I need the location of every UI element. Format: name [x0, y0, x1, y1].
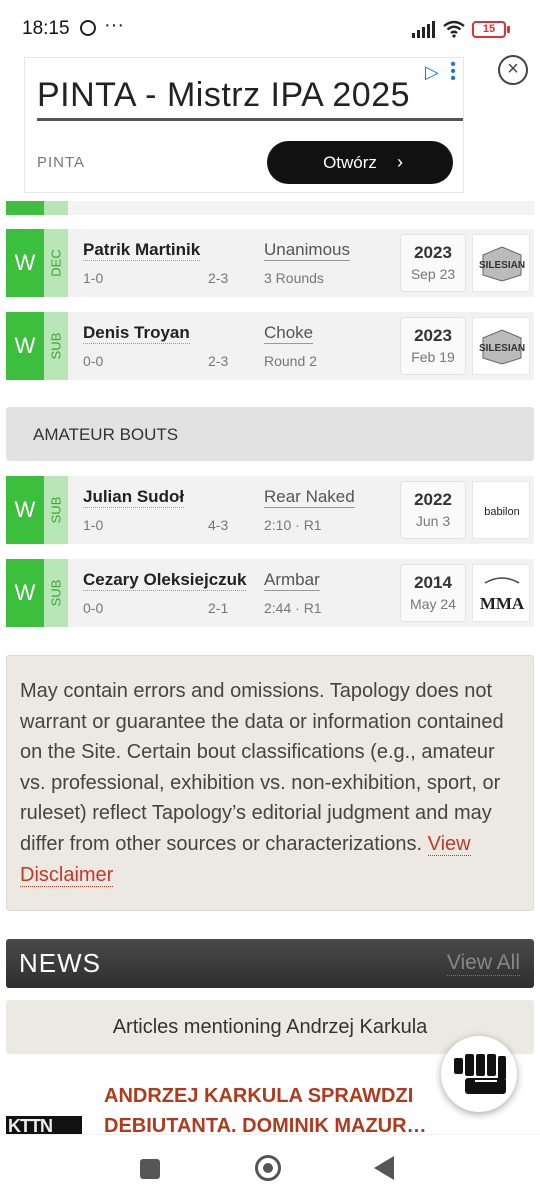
chevron-right-icon: › [397, 152, 403, 172]
status-time: 18:15 [22, 18, 70, 39]
opponent-record-before: 1-0 [83, 270, 104, 286]
ad-banner[interactable]: PINTA - Mistrz IPA 2025 PINTA ▷ • • • Otwó… [24, 57, 464, 193]
result-badge: W [6, 559, 44, 627]
bout-row-partial [6, 201, 534, 215]
home-icon[interactable] [255, 1155, 281, 1181]
opponent-record-before: 1-0 [83, 517, 104, 533]
method-detail-sub: 2:10 · R1 [264, 517, 322, 533]
method-detail-link[interactable]: Rear Naked [264, 487, 355, 508]
promotion-logo[interactable]: MMA [472, 564, 530, 622]
bout-date: 2023 Feb 19 [400, 317, 466, 375]
bout-date: 2023 Sep 23 [400, 234, 466, 292]
promotion-logo[interactable]: SILESIAN [472, 317, 530, 375]
battery-icon: 15 [472, 21, 506, 38]
bout-date: 2014 May 24 [400, 564, 466, 622]
bout-row[interactable]: W SUB Denis Troyan 0-0 2-3 Choke Round 2… [6, 312, 534, 380]
result-badge: W [6, 476, 44, 544]
method-badge: SUB [44, 476, 68, 544]
system-nav-bar [0, 1134, 540, 1200]
amateur-bouts-header: AMATEUR BOUTS [6, 407, 534, 461]
method-detail-sub: 2:44 · R1 [264, 600, 322, 616]
bout-row[interactable]: W SUB Cezary Oleksiejczuk 0-0 2-1 Armbar… [6, 559, 534, 627]
method-badge: SUB [44, 312, 68, 380]
result-badge: W [6, 312, 44, 380]
news-article-link[interactable]: ANDRZEJ KARKULA SPRAWDZI DEBIUTANTA. DOM… [104, 1081, 444, 1141]
status-bar: 18:15 ··· 15 [0, 0, 540, 48]
result-badge: W [6, 229, 44, 297]
opponent-record-before: 0-0 [83, 600, 104, 616]
opponent-link[interactable]: Denis Troyan [83, 323, 190, 344]
method-badge: SUB [44, 559, 68, 627]
svg-text:MMA: MMA [480, 594, 525, 613]
battery-tip [507, 26, 510, 33]
recents-icon[interactable] [140, 1159, 160, 1179]
ad-open-button[interactable]: Otwórz › [267, 141, 453, 184]
news-title: NEWS [19, 948, 101, 978]
wifi-icon [443, 20, 465, 38]
section-title: AMATEUR BOUTS [33, 425, 179, 444]
promotion-logo[interactable]: babilon [472, 481, 530, 539]
method-detail-link[interactable]: Unanimous [264, 240, 350, 261]
back-icon[interactable] [374, 1156, 394, 1180]
notification-icon [80, 20, 96, 36]
news-header: NEWS View All [6, 939, 534, 988]
promotion-logo[interactable]: SILESIAN [472, 234, 530, 292]
ad-open-label: Otwórz [323, 153, 377, 172]
svg-text:babilon: babilon [484, 506, 519, 518]
bout-date: 2022 Jun 3 [400, 481, 466, 539]
bout-row[interactable]: W DEC Patrik Martinik 1-0 2-3 Unanimous … [6, 229, 534, 297]
view-all-link[interactable]: View All [446, 951, 520, 976]
opponent-record-after: 2-1 [208, 600, 229, 616]
ad-title: PINTA - Mistrz IPA 2025 [37, 76, 411, 114]
opponent-link[interactable]: Julian Sudoł [83, 487, 185, 508]
adchoices-icon[interactable]: ▷ [425, 62, 439, 83]
method-detail-link[interactable]: Choke [264, 323, 314, 344]
opponent-link[interactable]: Patrik Martinik [83, 240, 201, 261]
opponent-link[interactable]: Cezary Oleksiejczuk [83, 570, 247, 591]
ad-title-underline [37, 118, 463, 121]
close-icon[interactable]: × [498, 55, 528, 85]
opponent-record-before: 0-0 [83, 353, 104, 369]
disclaimer-text: May contain errors and omissions. Tapolo… [20, 680, 504, 855]
method-detail-link[interactable]: Armbar [264, 570, 320, 591]
method-detail-sub: 3 Rounds [264, 270, 324, 286]
news-thumbnail[interactable]: KTTN [6, 1116, 82, 1134]
opponent-record-after: 4-3 [208, 517, 229, 533]
method-badge: DEC [44, 229, 68, 297]
ad-menu-icon[interactable]: • • • [449, 57, 457, 87]
svg-text:SILESIAN: SILESIAN [479, 260, 525, 271]
bout-row[interactable]: W SUB Julian Sudoł 1-0 4-3 Rear Naked 2:… [6, 476, 534, 544]
more-notifications-icon: ··· [104, 14, 124, 36]
fist-icon[interactable] [441, 1036, 517, 1112]
disclaimer-box: May contain errors and omissions. Tapolo… [6, 655, 534, 911]
opponent-record-after: 2-3 [208, 270, 229, 286]
opponent-record-after: 2-3 [208, 353, 229, 369]
svg-text:SILESIAN: SILESIAN [479, 343, 525, 354]
method-detail-sub: Round 2 [264, 353, 317, 369]
ad-brand: PINTA [37, 154, 86, 171]
